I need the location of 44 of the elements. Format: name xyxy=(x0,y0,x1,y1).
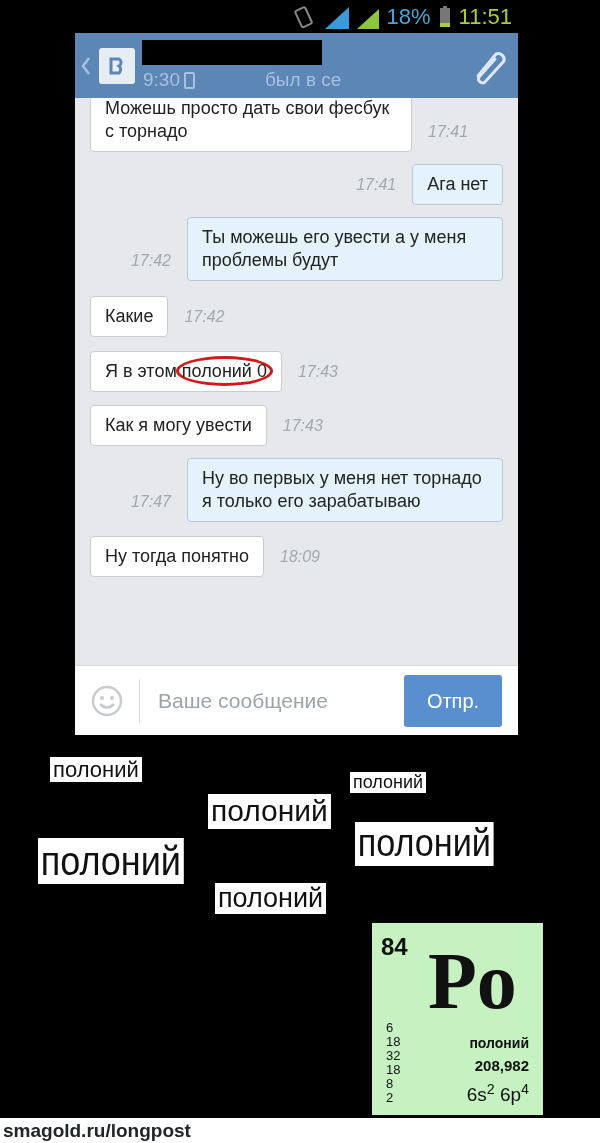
message-bubble: Я в этом полоний 0 xyxy=(90,351,282,392)
message-bubble: Как я могу увести xyxy=(90,405,267,446)
message-bubble: Ну тогда понятно xyxy=(90,536,264,577)
phone-icon xyxy=(184,72,195,89)
message-time: 18:09 xyxy=(279,547,320,567)
message-time: 17:47 xyxy=(130,492,171,512)
shell-count: 32 xyxy=(386,1049,401,1063)
shell-count: 18 xyxy=(386,1063,401,1077)
status-time: 11:51 xyxy=(458,3,512,31)
word-label: полоний xyxy=(215,883,327,915)
send-button[interactable]: Отпр. xyxy=(404,674,502,727)
message-bubble: Ага нет xyxy=(412,164,503,205)
word-label: полоний xyxy=(350,772,427,793)
back-icon[interactable] xyxy=(81,56,91,75)
element-symbol: Po xyxy=(428,941,517,1021)
word-label: полоний xyxy=(355,822,494,866)
message-time: 17:42 xyxy=(184,307,225,327)
message-bubble: Какие xyxy=(90,296,169,337)
message-time: 17:42 xyxy=(130,251,171,271)
battery-icon xyxy=(438,5,451,28)
smiley-icon[interactable] xyxy=(91,684,123,717)
shell-count: 8 xyxy=(386,1077,395,1091)
word-label: полоний xyxy=(50,757,142,783)
element-name: полоний xyxy=(469,1034,529,1053)
vibrate-icon xyxy=(292,4,315,29)
atomic-mass: 208,982 xyxy=(474,1056,529,1076)
battery-percent: 18% xyxy=(386,3,431,31)
last-seen-time: 9:30 xyxy=(143,68,180,93)
shell-count: 18 xyxy=(386,1035,401,1049)
shell-count: 6 xyxy=(386,1021,395,1035)
message-time: 17:43 xyxy=(297,362,338,382)
online-status: был в се xyxy=(265,68,342,93)
word-label: полоний xyxy=(208,794,331,829)
message-bubble: Можешь просто дать свои фесбук с торнадо xyxy=(90,98,412,152)
app-logo-icon[interactable] xyxy=(99,47,135,84)
atomic-number: 84 xyxy=(381,932,408,962)
shell-count: 2 xyxy=(386,1091,395,1105)
message-bubble: Ну во первых у меня нет торнадо я только его зарабатываю xyxy=(187,458,503,522)
message-time: 17:43 xyxy=(282,416,323,436)
word-label: полоний xyxy=(38,838,184,884)
message-bubble: Ты можешь его увести а у меня проблемы будут xyxy=(187,217,503,281)
message-time: 17:41 xyxy=(428,122,469,142)
message-time: 17:41 xyxy=(356,175,397,195)
electron-configuration: 6s$^{2}$ 6p$^{4}$ xyxy=(466,1081,529,1107)
